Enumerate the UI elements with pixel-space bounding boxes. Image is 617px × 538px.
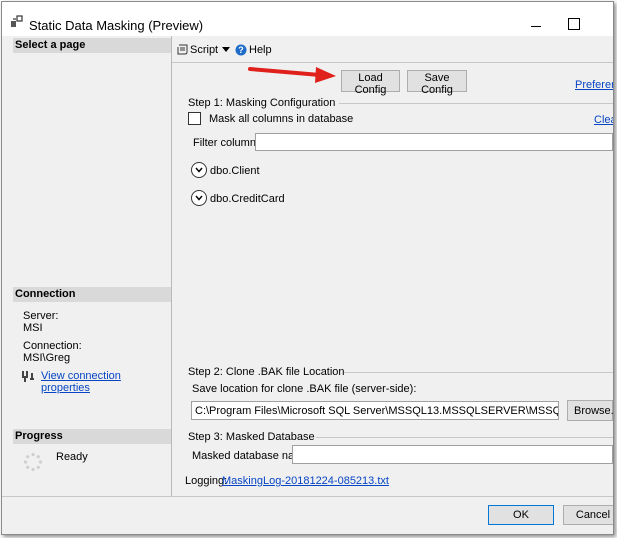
step2-divider [344, 372, 613, 373]
save-location-label: Save location for clone .BAK file (serve… [192, 383, 417, 395]
step3-divider [316, 437, 613, 438]
filter-columns-input[interactable] [255, 133, 613, 151]
mask-all-checkbox[interactable] [188, 112, 201, 125]
chevron-down-icon[interactable] [222, 47, 230, 53]
data-masking-icon [11, 15, 23, 27]
server-label: Server: [23, 310, 59, 322]
title-bar: Static Data Masking (Preview) [2, 2, 613, 36]
filter-columns-label: Filter columns: [193, 137, 265, 149]
connection-header: Connection [13, 287, 171, 302]
connection-properties-icon [22, 371, 34, 382]
server-value: MSI [23, 322, 43, 334]
bak-file-path-input[interactable]: C:\Program Files\Microsoft SQL Server\MS… [191, 401, 559, 420]
dialog-window: Static Data Masking (Preview) Select a p… [1, 1, 614, 535]
view-connection-properties-link[interactable]: View connection properties [41, 370, 171, 394]
arrow-annotation-icon [248, 67, 336, 83]
dialog-footer: OK Cancel [2, 496, 613, 534]
mask-all-label: Mask all columns in database [209, 113, 354, 125]
step2-title: Step 2: Clone .BAK file Location [188, 366, 345, 378]
logging-label: Logging: [185, 475, 228, 487]
chevron-down-icon [195, 167, 203, 173]
masked-db-name-input[interactable] [292, 445, 613, 464]
step1-title: Step 1: Masking Configuration [188, 97, 336, 109]
logging-file-link[interactable]: MaskingLog-20181224-085213.txt [222, 475, 389, 487]
minimize-button[interactable] [529, 18, 543, 32]
cancel-button[interactable]: Cancel [563, 505, 613, 525]
ok-button[interactable]: OK [488, 505, 554, 525]
svg-text:?: ? [238, 45, 244, 55]
toolbar-divider [172, 62, 613, 63]
script-icon [177, 44, 188, 55]
chevron-down-icon [195, 195, 203, 201]
load-config-button[interactable]: Load Config [341, 70, 400, 96]
help-button[interactable]: Help [249, 44, 272, 56]
connection-value: MSI\Greg [23, 352, 71, 364]
select-page-header: Select a page [13, 38, 171, 53]
help-icon: ? [235, 44, 247, 56]
progress-spinner-icon [23, 452, 43, 472]
connection-label: Connection: [23, 340, 82, 352]
table-name-client: dbo.Client [210, 165, 260, 177]
expand-table-client-button[interactable] [191, 162, 207, 178]
clear-link[interactable]: Clea [594, 114, 613, 126]
expand-table-creditcard-button[interactable] [191, 190, 207, 206]
script-button[interactable]: Script [190, 44, 218, 56]
step3-title: Step 3: Masked Database [188, 431, 315, 443]
preferences-link[interactable]: Preferen [575, 79, 613, 91]
table-name-creditcard: dbo.CreditCard [210, 193, 285, 205]
left-pane: Select a page Connection Server: MSI Con… [13, 36, 172, 496]
browse-button[interactable]: Browse... [567, 400, 613, 421]
progress-status: Ready [56, 451, 88, 463]
window-title: Static Data Masking (Preview) [29, 18, 204, 33]
step1-divider [339, 103, 613, 104]
masking-table-panel: Filter columns: dbo.Client dbo.CreditCar… [183, 128, 613, 367]
progress-header: Progress [13, 429, 171, 444]
save-config-button[interactable]: Save Config [407, 70, 467, 96]
maximize-button[interactable] [568, 18, 580, 30]
